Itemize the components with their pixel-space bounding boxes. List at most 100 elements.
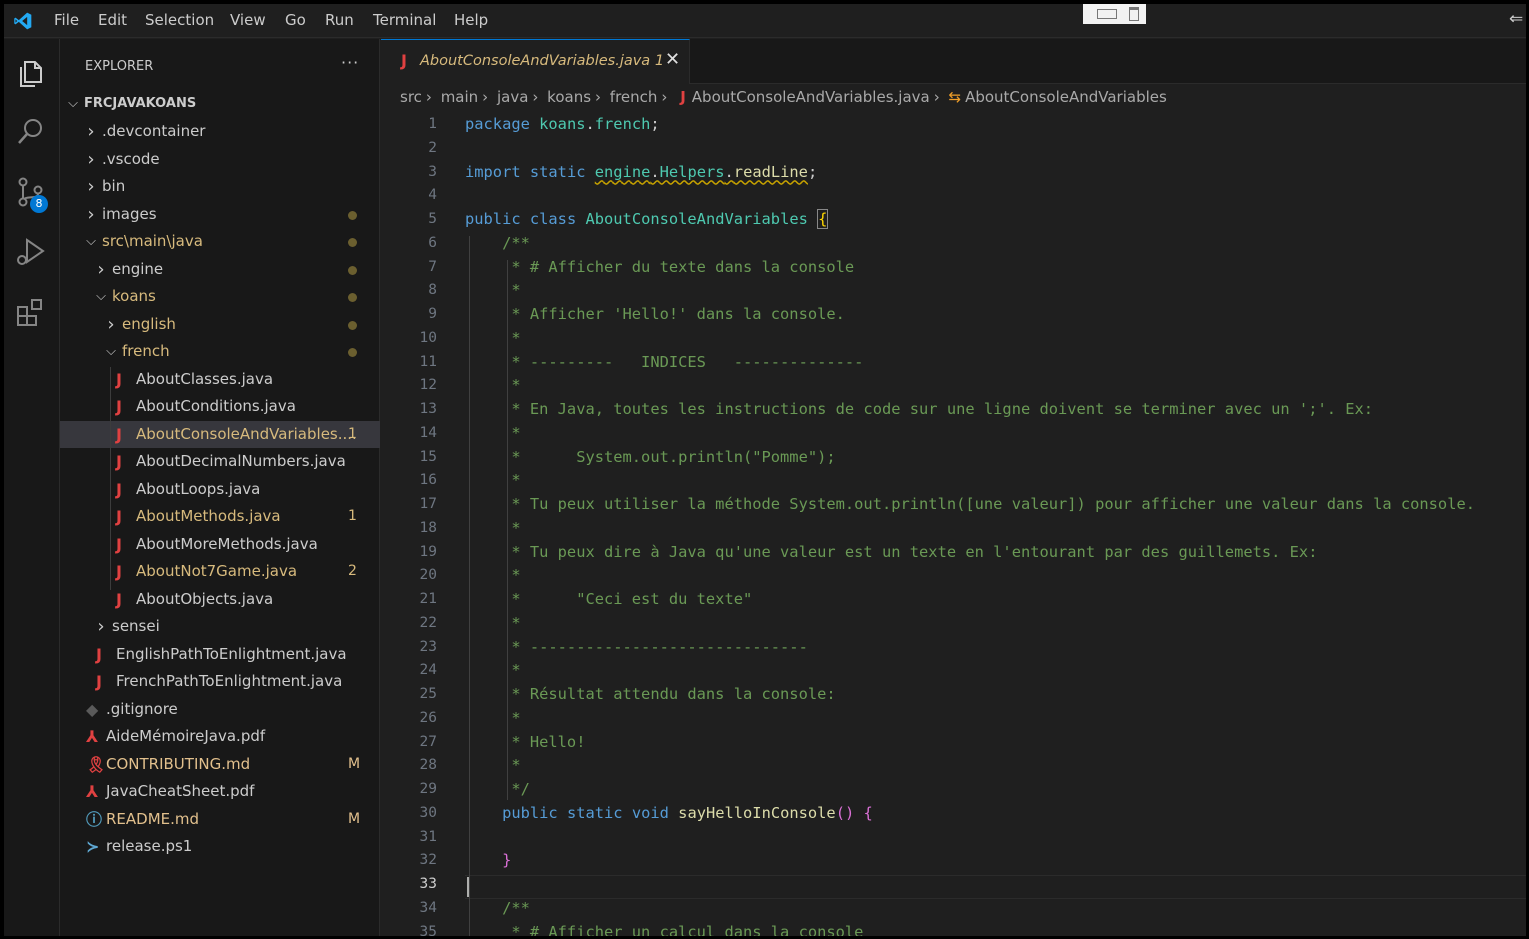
code-token: * — [465, 518, 521, 537]
code-token: . — [724, 162, 734, 181]
menu-help[interactable]: Help — [454, 11, 488, 29]
code-token: * — [465, 613, 521, 632]
tree-item-label: bin — [102, 177, 126, 195]
tree-file[interactable]: J AboutObjects.java — [60, 586, 380, 613]
explorer-root[interactable]: ⌵ FRCJAVAKOANS — [60, 90, 380, 117]
more-actions-icon[interactable]: ··· — [341, 53, 359, 72]
menu-edit[interactable]: Edit — [98, 11, 127, 29]
tree-file[interactable]: 🎗 CONTRIBUTING.md M — [60, 751, 380, 778]
current-line-highlight — [465, 875, 1526, 899]
code-token: * ------------------------------ — [465, 637, 808, 656]
line-number: 25 — [419, 686, 437, 702]
breadcrumb-item[interactable]: java — [497, 88, 528, 106]
code-line: * Tu peux utiliser la méthode System.out… — [465, 495, 1475, 513]
line-number: 18 — [419, 519, 437, 536]
source-control-badge: 8 — [30, 195, 48, 213]
tree-folder[interactable]: › sensei — [60, 613, 380, 640]
tree-file[interactable]: ⓘ README.md M — [60, 806, 380, 833]
tree-file[interactable]: J AboutMoreMethods.java — [60, 531, 380, 558]
tree-folder[interactable]: › engine — [60, 256, 380, 283]
menu-selection[interactable]: Selection — [145, 11, 214, 29]
tree-item-label: english — [122, 314, 176, 333]
tree-item-label: AboutLoops.java — [136, 479, 261, 498]
code-token: static — [566, 803, 632, 822]
line-number: 28 — [419, 757, 437, 774]
tree-file[interactable]: J AboutConsoleAndVariables.... 1 — [60, 420, 380, 448]
tree-folder[interactable]: ⌵ french — [60, 338, 380, 365]
tree-folder[interactable]: ⌵ src\main\java — [60, 228, 380, 255]
menu-view[interactable]: View — [230, 11, 266, 29]
tree-item-label: release.ps1 — [106, 837, 193, 855]
lock-icon[interactable] — [1129, 7, 1139, 21]
menu-terminal[interactable]: Terminal — [373, 11, 436, 29]
back-arrow-icon[interactable]: ⇐ — [1509, 9, 1523, 29]
tree-folder[interactable]: › .vscode — [60, 146, 380, 173]
menu-go[interactable]: Go — [285, 11, 306, 29]
code-token: * Tu peux utiliser la méthode System.out… — [465, 495, 1475, 513]
tree-file[interactable]: J AboutNot7Game.java 2 — [60, 558, 380, 585]
breadcrumb-item[interactable]: koans — [547, 88, 591, 106]
code-line: * Tu peux dire à Java qu'une valeur est … — [465, 543, 1317, 561]
tree-item-label: engine — [112, 259, 164, 278]
tree-file[interactable]: J EnglishPathToEnlightment.java — [60, 641, 380, 668]
tree-folder[interactable]: › images — [60, 201, 380, 228]
line-number: 10 — [419, 329, 437, 346]
breadcrumb-item[interactable]: src — [400, 88, 422, 106]
tree-item-label: src\main\java — [102, 232, 203, 250]
tree-file[interactable]: J AboutConditions.java — [60, 393, 380, 420]
close-icon[interactable]: ✕ — [665, 49, 680, 70]
code-token: . — [585, 115, 595, 133]
breadcrumb-item[interactable]: main — [441, 88, 478, 106]
tree-file[interactable]: ⅄ AideMémoireJava.pdf — [60, 723, 380, 750]
code-token: { — [817, 209, 829, 229]
chevron-right-icon: › — [425, 88, 432, 106]
chevron-right-icon: › — [532, 88, 539, 106]
tree-item-label: .devcontainer — [102, 122, 206, 140]
tree-file[interactable]: J AboutMethods.java 1 — [60, 503, 380, 530]
line-number: 8 — [428, 282, 437, 299]
overlay-controls[interactable] — [1083, 4, 1146, 24]
breadcrumb-item[interactable]: AboutConsoleAndVariables.java — [692, 88, 930, 106]
extensions-icon[interactable] — [14, 295, 48, 329]
tab-bar: J AboutConsoleAndVariables.java 1 ✕ — [381, 39, 1526, 84]
code-token: Helpers — [659, 162, 725, 181]
code-editor[interactable]: 1 package koans.french; 2 3 import static en… — [381, 112, 1526, 936]
tree-file[interactable]: J AboutLoops.java — [60, 476, 380, 503]
line-number: 2 — [428, 139, 437, 156]
tree-file[interactable]: J AboutDecimalNumbers.java — [60, 448, 380, 475]
tree-folder[interactable]: ⌵ koans — [60, 283, 380, 310]
menu-file[interactable]: File — [54, 11, 79, 29]
explorer-icon[interactable] — [14, 57, 48, 91]
info-icon: ⓘ — [86, 809, 103, 829]
java-file-icon: J — [116, 424, 122, 444]
code-token: * "Ceci est du texte" — [465, 590, 753, 608]
line-number: 3 — [428, 163, 437, 180]
run-debug-icon[interactable] — [14, 235, 48, 269]
tab-title: AboutConsoleAndVariables.java 1 — [420, 53, 665, 69]
tree-file[interactable]: J AboutClasses.java — [60, 366, 380, 393]
tree-file[interactable]: ⅄ JavaCheatSheet.pdf — [60, 778, 380, 805]
line-number: 7 — [428, 258, 437, 275]
tree-folder[interactable]: › .devcontainer — [60, 118, 380, 145]
chevron-right-icon: › — [87, 176, 95, 197]
breadcrumb-item[interactable]: french — [610, 88, 658, 106]
code-line: * En Java, toutes les instructions de co… — [465, 400, 1373, 418]
tree-file[interactable]: ≻ release.ps1 — [60, 833, 380, 860]
tree-folder[interactable]: › bin — [60, 173, 380, 200]
java-file-icon: J — [401, 51, 407, 70]
keyboard-icon[interactable] — [1097, 9, 1117, 19]
code-line: * — [465, 329, 520, 347]
breadcrumb-item[interactable]: AboutConsoleAndVariables — [965, 88, 1167, 106]
line-number: 15 — [419, 448, 437, 465]
line-number: 20 — [419, 567, 437, 584]
tree-folder[interactable]: › english — [60, 311, 380, 338]
menu-run[interactable]: Run — [325, 11, 354, 29]
modified-dot-icon — [348, 320, 357, 330]
tab-active-file[interactable]: J AboutConsoleAndVariables.java 1 ✕ — [381, 39, 690, 84]
tree-file[interactable]: ◆ .gitignore — [60, 696, 380, 723]
code-token: () — [835, 803, 855, 822]
tree-file[interactable]: J FrenchPathToEnlightment.java — [60, 668, 380, 695]
search-icon[interactable] — [14, 115, 48, 149]
code-line: public static void sayHelloInConsole() { — [465, 804, 873, 822]
code-token: * — [465, 423, 521, 442]
